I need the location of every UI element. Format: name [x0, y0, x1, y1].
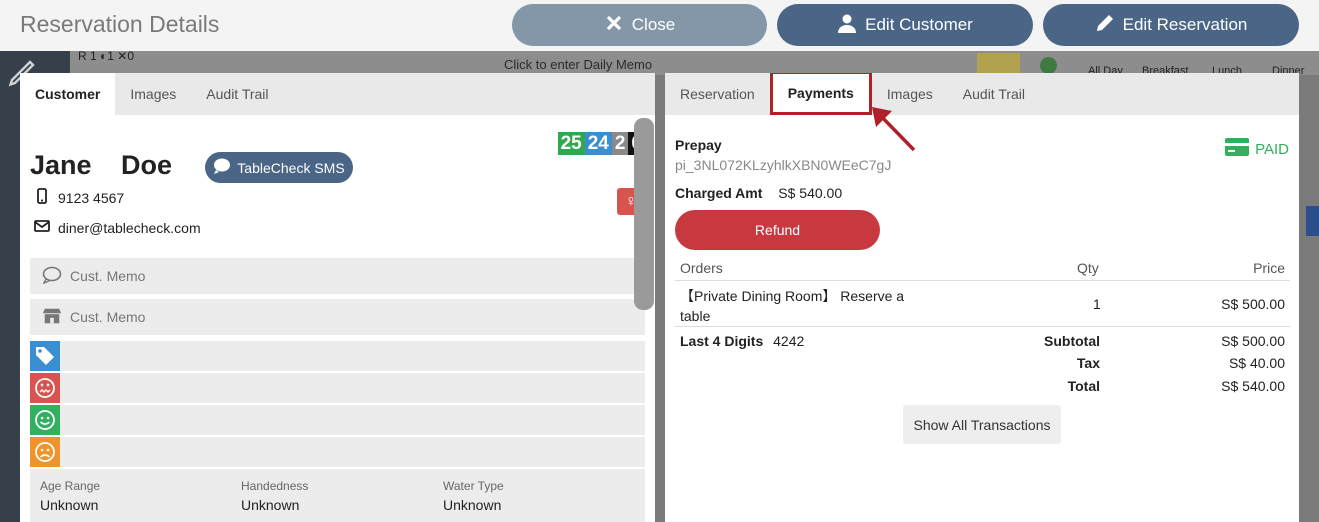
- background-counts: R 1 ◐1 ✕0: [78, 49, 134, 63]
- total-label: Total: [1067, 378, 1100, 394]
- pencil-icon: [1095, 13, 1115, 38]
- attribute-label: Age Range: [40, 479, 101, 493]
- attribute-value: Unknown: [443, 497, 502, 513]
- annotation-arrow-icon: [872, 107, 916, 152]
- chat-bubble-icon: [213, 158, 231, 177]
- phone-icon: [34, 188, 50, 207]
- email-row: diner@tablecheck.com: [34, 218, 201, 237]
- attribute-label: Handedness: [241, 479, 309, 493]
- subtotal-value: S$ 500.00: [1221, 333, 1285, 349]
- charged-row: Charged Amt S$ 540.00: [675, 185, 842, 201]
- attribute-handedness[interactable]: Handedness Unknown: [241, 479, 308, 513]
- scrollbar[interactable]: [634, 118, 654, 310]
- prepay-label: Prepay: [675, 137, 722, 153]
- attribute-water-type[interactable]: Water Type Unknown: [443, 479, 504, 513]
- payments-panel: Reservation Payments Images Audit Trail …: [665, 73, 1299, 522]
- price-column-header: Price: [1253, 260, 1285, 276]
- background-yellow-button: [977, 53, 1020, 75]
- dislike-row[interactable]: [30, 373, 645, 403]
- phone-number: 9123 4567: [58, 189, 125, 206]
- edit-customer-label: Edit Customer: [865, 15, 973, 34]
- tab-audit-trail[interactable]: Audit Trail: [191, 73, 283, 115]
- smile-face-icon: [30, 405, 60, 435]
- orders-table: Orders Qty Price 【Private Dining Room】 R…: [675, 258, 1290, 397]
- charged-value: S$ 540.00: [778, 185, 843, 201]
- refund-button[interactable]: Refund: [675, 210, 880, 250]
- last4-row: Last 4 Digits 4242: [680, 333, 804, 349]
- sms-label: TableCheck SMS: [237, 159, 345, 176]
- page-title: Reservation Details: [20, 11, 220, 37]
- payment-id: pi_3NL072KLzyhlkXBN0WEeC7gJ: [675, 157, 892, 173]
- subtotal-label: Subtotal: [1044, 333, 1100, 349]
- venue-memo-field[interactable]: Cust. Memo: [30, 299, 645, 335]
- venue-memo-placeholder: Cust. Memo: [70, 309, 146, 325]
- customer-attributes: Age Range Unknown Handedness Unknown Wat…: [30, 469, 645, 522]
- tablecheck-sms-button[interactable]: TableCheck SMS: [205, 152, 353, 183]
- last4-label: Last 4 Digits: [680, 333, 764, 349]
- order-item-name: 【Private Dining Room】 Reserve a table: [680, 288, 905, 324]
- customer-memo-placeholder: Cust. Memo: [70, 268, 146, 284]
- orders-header: Orders Qty Price: [675, 258, 1290, 281]
- concern-row[interactable]: [30, 437, 645, 467]
- charged-label: Charged Amt: [675, 185, 763, 201]
- score-badge: 25: [557, 132, 585, 155]
- attribute-label: Water Type: [443, 479, 504, 493]
- store-icon: [42, 307, 62, 328]
- credit-card-icon: [1225, 138, 1250, 160]
- close-icon: [604, 13, 624, 38]
- table-row: 【Private Dining Room】 Reserve a table 1 …: [675, 281, 1290, 327]
- edit-reservation-label: Edit Reservation: [1122, 15, 1248, 34]
- qty-column-header: Qty: [1077, 260, 1099, 276]
- edit-customer-button[interactable]: Edit Customer: [777, 4, 1033, 46]
- attribute-value: Unknown: [241, 497, 300, 513]
- user-icon: [837, 13, 857, 38]
- globe-icon: [1040, 57, 1057, 74]
- daily-memo[interactable]: Click to enter Daily Memo: [504, 57, 652, 72]
- tab-audit-trail[interactable]: Audit Trail: [948, 73, 1040, 115]
- edit-reservation-button[interactable]: Edit Reservation: [1043, 4, 1299, 46]
- tag-icon: [30, 341, 60, 371]
- modal-header: Reservation Details Close Edit Customer …: [0, 0, 1319, 51]
- phone-row: 9123 4567: [34, 188, 124, 207]
- customer-panel: Customer Images Audit Trail 25 24 2 0 Ja…: [20, 73, 655, 522]
- envelope-icon: [34, 218, 50, 237]
- background-toolbar: [70, 51, 1319, 75]
- comment-icon: [42, 266, 62, 287]
- attribute-age-range[interactable]: Age Range Unknown: [40, 479, 100, 513]
- paid-label: PAID: [1255, 140, 1289, 158]
- order-item-price: S$ 500.00: [1221, 296, 1285, 312]
- close-button[interactable]: Close: [512, 4, 767, 46]
- order-item-qty: 1: [1093, 296, 1101, 312]
- customer-memo-field[interactable]: Cust. Memo: [30, 258, 645, 294]
- close-label: Close: [631, 15, 676, 34]
- score-badge: 2: [611, 132, 629, 155]
- dislike-face-icon: [30, 373, 60, 403]
- background-blue-block: [1306, 206, 1319, 236]
- payment-status: PAID: [1225, 138, 1289, 160]
- like-row[interactable]: [30, 405, 645, 435]
- visit-scores: 25 24 2 0: [557, 132, 645, 155]
- last4-value: 4242: [773, 333, 805, 349]
- customer-name: Jane Doe: [30, 150, 173, 180]
- tag-row[interactable]: [30, 341, 645, 371]
- show-all-transactions-button[interactable]: Show All Transactions: [903, 405, 1061, 444]
- tab-images[interactable]: Images: [115, 73, 191, 115]
- orders-column-header: Orders: [680, 260, 723, 276]
- tax-label: Tax: [1076, 355, 1100, 371]
- total-value: S$ 540.00: [1221, 378, 1285, 394]
- reservation-tabs: Reservation Payments Images Audit Trail: [665, 73, 1299, 115]
- tab-payments[interactable]: Payments: [769, 73, 872, 115]
- tax-value: S$ 40.00: [1228, 355, 1285, 371]
- score-badge: 24: [584, 132, 612, 155]
- totals-section: Last 4 Digits 4242 Subtotal S$ 500.00 Ta…: [675, 327, 1290, 397]
- sad-face-icon: [30, 437, 60, 467]
- tab-customer[interactable]: Customer: [20, 73, 116, 115]
- email-address: diner@tablecheck.com: [58, 219, 201, 236]
- customer-tabs: Customer Images Audit Trail: [20, 73, 655, 115]
- attribute-value: Unknown: [40, 497, 99, 513]
- tab-reservation[interactable]: Reservation: [665, 73, 770, 115]
